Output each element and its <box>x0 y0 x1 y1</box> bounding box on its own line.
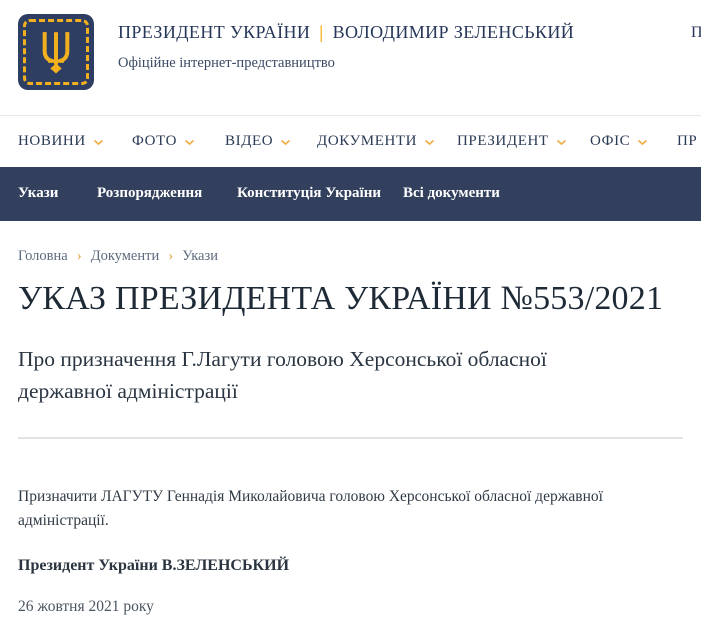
breadcrumb-current-decrees[interactable]: Укази <box>182 248 218 265</box>
breadcrumb-separator-icon: › <box>168 248 173 265</box>
nav-item-press-partial[interactable]: ПР <box>677 133 697 150</box>
nav-item-office[interactable]: ОФІС <box>590 133 648 150</box>
breadcrumb-separator-icon: › <box>77 248 82 265</box>
header-right-partial-text[interactable]: П <box>691 24 701 42</box>
breadcrumb-link-documents[interactable]: Документи <box>91 248 160 265</box>
site-header: ПРЕЗИДЕНТ УКРАЇНИ | ВОЛОДИМИР ЗЕЛЕНСЬКИЙ О… <box>0 0 701 116</box>
title-divider: | <box>319 22 323 42</box>
decree-subtitle: Про призначення Г.Лагути головою Херсонс… <box>18 343 603 408</box>
nav-item-video[interactable]: ВІДЕО <box>225 133 291 150</box>
chevron-down-icon <box>556 139 567 146</box>
decree-title: УКАЗ ПРЕЗИДЕНТА УКРАЇНИ №553/2021 <box>18 280 683 318</box>
breadcrumb-link-home[interactable]: Головна <box>18 248 68 265</box>
site-title-line: ПРЕЗИДЕНТ УКРАЇНИ | ВОЛОДИМИР ЗЕЛЕНСЬКИЙ <box>118 22 574 43</box>
chevron-down-icon <box>93 139 104 146</box>
president-name[interactable]: ВОЛОДИМИР ЗЕЛЕНСЬКИЙ <box>333 22 575 42</box>
decree-body-text: Призначити ЛАГУТУ Геннадія Миколайовича … <box>18 485 683 535</box>
chevron-down-icon <box>424 139 435 146</box>
subnav-item-constitution[interactable]: Конституція України <box>237 185 381 202</box>
subnav-item-orders[interactable]: Розпорядження <box>97 185 202 202</box>
nav-item-documents[interactable]: ДОКУМЕНТИ <box>317 133 435 150</box>
subnav-item-decrees[interactable]: Укази <box>18 185 58 202</box>
site-tagline: Офіційне інтернет-представництво <box>118 55 574 72</box>
chevron-down-icon <box>637 139 648 146</box>
documents-sub-navigation: Укази Розпорядження Конституція України … <box>0 167 701 221</box>
nav-item-photo[interactable]: ФОТО <box>132 133 195 150</box>
breadcrumb: Головна › Документи › Укази <box>18 248 683 265</box>
nav-item-president[interactable]: ПРЕЗИДЕНТ <box>457 133 567 150</box>
main-navigation: НОВИНИ ФОТО ВІДЕО ДОКУМЕНТИ ПРЕЗИДЕНТ ОФ… <box>0 116 701 167</box>
nav-item-news[interactable]: НОВИНИ <box>18 133 104 150</box>
subnav-item-all-documents[interactable]: Всі документи <box>403 185 500 202</box>
site-title[interactable]: ПРЕЗИДЕНТ УКРАЇНИ <box>118 22 310 42</box>
trident-icon <box>39 29 73 75</box>
chevron-down-icon <box>184 139 195 146</box>
decree-date: 26 жовтня 2021 року <box>18 598 683 616</box>
chevron-down-icon <box>280 139 291 146</box>
decree-signature: Президент України В.ЗЕЛЕНСЬКИЙ <box>18 557 683 575</box>
document-page: Головна › Документи › Укази УКАЗ ПРЕЗИДЕ… <box>0 248 701 616</box>
presidential-emblem-logo[interactable] <box>18 14 94 90</box>
content-divider <box>18 437 683 439</box>
